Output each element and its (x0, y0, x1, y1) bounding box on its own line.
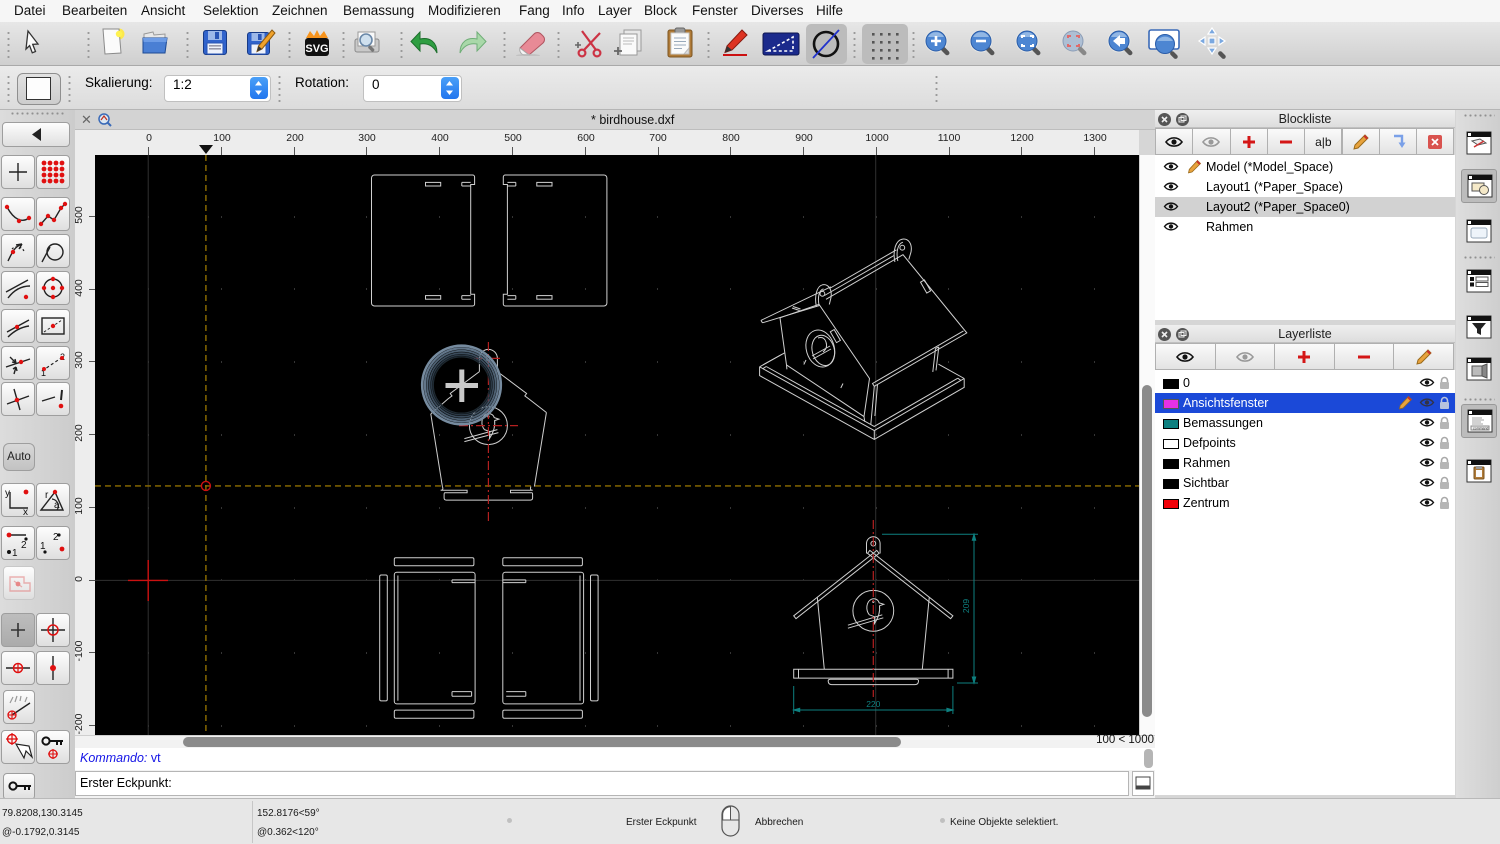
svg-text:a: a (54, 500, 60, 511)
svg-text:209: 209 (961, 599, 971, 613)
svg-text:x: x (23, 507, 28, 516)
svg-text:1: 1 (12, 548, 18, 559)
svg-text:220: 220 (866, 699, 880, 709)
svg-text:2: 2 (21, 540, 27, 551)
svg-text:y: y (5, 488, 10, 499)
svg-text:2: 2 (53, 532, 59, 543)
svg-text:SVG: SVG (305, 43, 328, 55)
svg-text:command: command (1473, 427, 1488, 431)
svg-text:1: 1 (40, 541, 46, 552)
